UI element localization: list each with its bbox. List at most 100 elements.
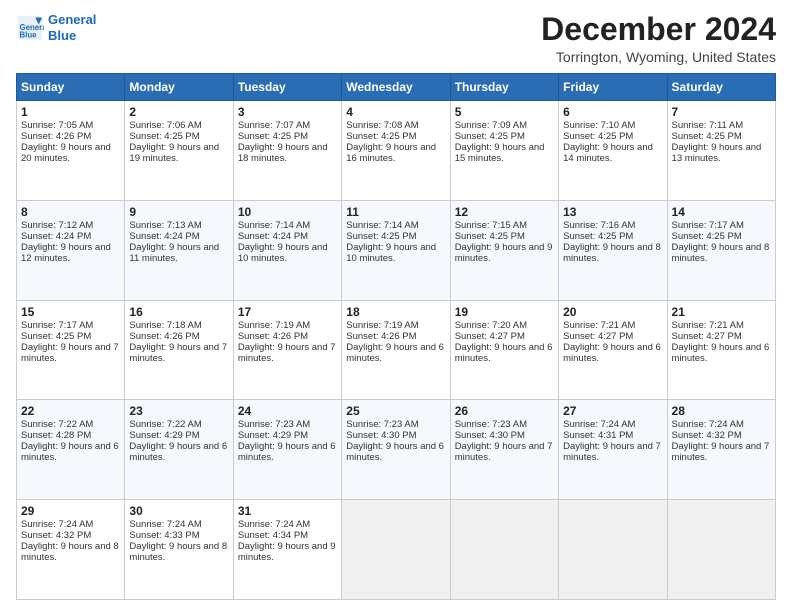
sunset-text: Sunset: 4:26 PM	[346, 331, 445, 342]
day-number: 30	[129, 504, 228, 518]
calendar-header-row: SundayMondayTuesdayWednesdayThursdayFrid…	[17, 74, 776, 101]
sunset-text: Sunset: 4:25 PM	[455, 131, 554, 142]
day-number: 8	[21, 205, 120, 219]
sunset-text: Sunset: 4:24 PM	[238, 231, 337, 242]
sunrise-text: Sunrise: 7:16 AM	[563, 220, 662, 231]
daylight-text: Daylight: 9 hours and 6 minutes.	[129, 441, 228, 463]
sunrise-text: Sunrise: 7:14 AM	[346, 220, 445, 231]
calendar-cell: 9Sunrise: 7:13 AMSunset: 4:24 PMDaylight…	[125, 200, 233, 300]
calendar-cell: 17Sunrise: 7:19 AMSunset: 4:26 PMDayligh…	[233, 300, 341, 400]
sunrise-text: Sunrise: 7:19 AM	[238, 320, 337, 331]
daylight-text: Daylight: 9 hours and 6 minutes.	[455, 342, 554, 364]
calendar-cell: 13Sunrise: 7:16 AMSunset: 4:25 PMDayligh…	[559, 200, 667, 300]
sunset-text: Sunset: 4:26 PM	[21, 131, 120, 142]
day-number: 1	[21, 105, 120, 119]
calendar-day-header: Wednesday	[342, 74, 450, 101]
calendar-cell: 28Sunrise: 7:24 AMSunset: 4:32 PMDayligh…	[667, 400, 775, 500]
calendar-cell: 26Sunrise: 7:23 AMSunset: 4:30 PMDayligh…	[450, 400, 558, 500]
daylight-text: Daylight: 9 hours and 7 minutes.	[455, 441, 554, 463]
sunrise-text: Sunrise: 7:24 AM	[238, 519, 337, 530]
sunrise-text: Sunrise: 7:19 AM	[346, 320, 445, 331]
daylight-text: Daylight: 9 hours and 15 minutes.	[455, 142, 554, 164]
calendar-cell: 11Sunrise: 7:14 AMSunset: 4:25 PMDayligh…	[342, 200, 450, 300]
day-number: 6	[563, 105, 662, 119]
sunset-text: Sunset: 4:25 PM	[672, 231, 771, 242]
day-number: 5	[455, 105, 554, 119]
sunrise-text: Sunrise: 7:07 AM	[238, 120, 337, 131]
calendar-cell: 16Sunrise: 7:18 AMSunset: 4:26 PMDayligh…	[125, 300, 233, 400]
calendar-day-header: Thursday	[450, 74, 558, 101]
sunrise-text: Sunrise: 7:05 AM	[21, 120, 120, 131]
logo-icon: General Blue	[16, 14, 44, 42]
day-number: 16	[129, 305, 228, 319]
sunrise-text: Sunrise: 7:17 AM	[21, 320, 120, 331]
sunrise-text: Sunrise: 7:21 AM	[672, 320, 771, 331]
daylight-text: Daylight: 9 hours and 6 minutes.	[672, 342, 771, 364]
calendar-cell: 29Sunrise: 7:24 AMSunset: 4:32 PMDayligh…	[17, 500, 125, 600]
sunrise-text: Sunrise: 7:24 AM	[21, 519, 120, 530]
daylight-text: Daylight: 9 hours and 7 minutes.	[129, 342, 228, 364]
calendar-cell: 30Sunrise: 7:24 AMSunset: 4:33 PMDayligh…	[125, 500, 233, 600]
calendar-cell: 6Sunrise: 7:10 AMSunset: 4:25 PMDaylight…	[559, 101, 667, 201]
calendar-cell: 1Sunrise: 7:05 AMSunset: 4:26 PMDaylight…	[17, 101, 125, 201]
daylight-text: Daylight: 9 hours and 7 minutes.	[563, 441, 662, 463]
calendar-cell: 12Sunrise: 7:15 AMSunset: 4:25 PMDayligh…	[450, 200, 558, 300]
day-number: 14	[672, 205, 771, 219]
daylight-text: Daylight: 9 hours and 10 minutes.	[238, 242, 337, 264]
day-number: 12	[455, 205, 554, 219]
daylight-text: Daylight: 9 hours and 10 minutes.	[346, 242, 445, 264]
calendar-day-header: Friday	[559, 74, 667, 101]
day-number: 25	[346, 404, 445, 418]
sunrise-text: Sunrise: 7:24 AM	[563, 419, 662, 430]
day-number: 4	[346, 105, 445, 119]
svg-text:Blue: Blue	[20, 30, 38, 39]
sunrise-text: Sunrise: 7:12 AM	[21, 220, 120, 231]
daylight-text: Daylight: 9 hours and 9 minutes.	[455, 242, 554, 264]
daylight-text: Daylight: 9 hours and 16 minutes.	[346, 142, 445, 164]
sunrise-text: Sunrise: 7:13 AM	[129, 220, 228, 231]
logo-text: General Blue	[48, 12, 96, 43]
sunset-text: Sunset: 4:25 PM	[563, 131, 662, 142]
day-number: 3	[238, 105, 337, 119]
calendar-day-header: Sunday	[17, 74, 125, 101]
day-number: 31	[238, 504, 337, 518]
sunrise-text: Sunrise: 7:23 AM	[238, 419, 337, 430]
calendar-week-row: 1Sunrise: 7:05 AMSunset: 4:26 PMDaylight…	[17, 101, 776, 201]
calendar-cell: 5Sunrise: 7:09 AMSunset: 4:25 PMDaylight…	[450, 101, 558, 201]
sunrise-text: Sunrise: 7:06 AM	[129, 120, 228, 131]
calendar-cell: 21Sunrise: 7:21 AMSunset: 4:27 PMDayligh…	[667, 300, 775, 400]
daylight-text: Daylight: 9 hours and 8 minutes.	[129, 541, 228, 563]
sunset-text: Sunset: 4:26 PM	[129, 331, 228, 342]
sunset-text: Sunset: 4:25 PM	[21, 331, 120, 342]
calendar-cell: 19Sunrise: 7:20 AMSunset: 4:27 PMDayligh…	[450, 300, 558, 400]
daylight-text: Daylight: 9 hours and 18 minutes.	[238, 142, 337, 164]
daylight-text: Daylight: 9 hours and 20 minutes.	[21, 142, 120, 164]
day-number: 15	[21, 305, 120, 319]
header: General Blue General Blue December 2024 …	[16, 12, 776, 65]
calendar-cell	[342, 500, 450, 600]
sunrise-text: Sunrise: 7:09 AM	[455, 120, 554, 131]
daylight-text: Daylight: 9 hours and 6 minutes.	[346, 342, 445, 364]
subtitle: Torrington, Wyoming, United States	[541, 49, 776, 65]
daylight-text: Daylight: 9 hours and 11 minutes.	[129, 242, 228, 264]
calendar-day-header: Saturday	[667, 74, 775, 101]
day-number: 18	[346, 305, 445, 319]
daylight-text: Daylight: 9 hours and 8 minutes.	[563, 242, 662, 264]
day-number: 2	[129, 105, 228, 119]
day-number: 11	[346, 205, 445, 219]
day-number: 29	[21, 504, 120, 518]
calendar-week-row: 29Sunrise: 7:24 AMSunset: 4:32 PMDayligh…	[17, 500, 776, 600]
sunrise-text: Sunrise: 7:14 AM	[238, 220, 337, 231]
sunset-text: Sunset: 4:25 PM	[672, 131, 771, 142]
day-number: 17	[238, 305, 337, 319]
daylight-text: Daylight: 9 hours and 12 minutes.	[21, 242, 120, 264]
sunrise-text: Sunrise: 7:21 AM	[563, 320, 662, 331]
day-number: 23	[129, 404, 228, 418]
day-number: 22	[21, 404, 120, 418]
calendar-cell	[559, 500, 667, 600]
calendar-day-header: Tuesday	[233, 74, 341, 101]
calendar-cell: 8Sunrise: 7:12 AMSunset: 4:24 PMDaylight…	[17, 200, 125, 300]
day-number: 10	[238, 205, 337, 219]
daylight-text: Daylight: 9 hours and 7 minutes.	[672, 441, 771, 463]
sunrise-text: Sunrise: 7:22 AM	[129, 419, 228, 430]
